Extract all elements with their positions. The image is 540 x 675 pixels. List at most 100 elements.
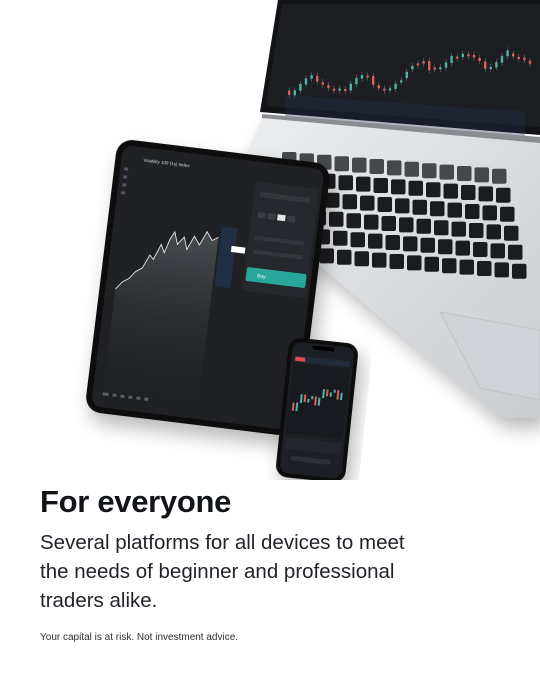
keyboard-key [373, 178, 388, 193]
keyboard-key [403, 236, 418, 252]
candle [439, 67, 442, 70]
keyboard-key [422, 163, 437, 179]
tablet-trade-panel: Buy [242, 181, 320, 299]
keyboard-key [352, 157, 367, 173]
keyboard-key [477, 261, 492, 276]
candle [428, 61, 431, 71]
candle [372, 76, 375, 85]
candle [478, 58, 481, 62]
keyboard-key [439, 164, 454, 180]
keyboard-key [408, 180, 423, 196]
keyboard-key [451, 221, 466, 237]
keyboard-key [385, 235, 400, 250]
candle [366, 75, 369, 78]
tablet-buy-label: Buy [257, 273, 267, 280]
candle [377, 85, 380, 89]
keyboard-key [424, 256, 439, 272]
candle [388, 88, 392, 91]
keyboard-key [438, 239, 453, 255]
keyboard-key [512, 263, 527, 279]
keyboard-key [334, 156, 349, 172]
candle [472, 54, 476, 58]
keyboard-key [508, 244, 523, 260]
keyboard-key [399, 217, 414, 233]
candle [299, 83, 302, 91]
subtitle: Several platforms for all devices to mee… [40, 531, 405, 612]
keyboard-key [457, 166, 472, 181]
candle [310, 75, 313, 79]
keyboard-key [360, 195, 375, 211]
keyboard-key [356, 176, 371, 192]
candle [288, 90, 291, 95]
candle [528, 60, 532, 64]
keyboard-key [490, 243, 505, 259]
phone [276, 338, 358, 480]
candle [405, 71, 408, 78]
keyboard-key [342, 194, 357, 210]
keyboard-key [364, 214, 379, 230]
candle [495, 62, 498, 68]
candle [307, 398, 310, 403]
keyboard-key [504, 225, 519, 241]
candle [394, 83, 397, 89]
candle [500, 55, 504, 63]
candle [321, 82, 324, 85]
keyboard-key [368, 233, 383, 249]
candle [349, 83, 352, 91]
keyboard-key [404, 161, 419, 177]
candle [422, 60, 425, 64]
keyboard-key [329, 211, 344, 227]
keyboard-key [337, 249, 352, 265]
keyboard-key [354, 251, 369, 267]
keyboard-key [473, 242, 488, 257]
candle [450, 56, 453, 63]
keyboard-key [459, 259, 474, 275]
keyboard-key [492, 168, 507, 184]
candle [433, 67, 436, 70]
risk-disclaimer: Your capital is at risk. Not investment … [40, 632, 239, 643]
keyboard-key [387, 160, 402, 176]
keyboard-key [412, 199, 427, 215]
keyboard-key [346, 213, 361, 229]
keyboard-key [482, 205, 497, 221]
keyboard-key [442, 258, 457, 274]
candle [355, 78, 358, 85]
candle [360, 75, 364, 79]
candle [400, 80, 403, 83]
keyboard-key [319, 248, 334, 264]
keyboard-key [426, 182, 441, 198]
keyboard-key [395, 198, 410, 214]
candle [311, 396, 314, 400]
keyboard-key [474, 167, 489, 183]
candle [489, 66, 492, 70]
keyboard-key [350, 232, 365, 248]
candle [344, 89, 347, 92]
keyboard-key [377, 197, 392, 212]
headline: For everyone [40, 484, 232, 519]
candle [327, 85, 330, 89]
keyboard-key [369, 159, 384, 174]
candle [456, 56, 459, 59]
candle [411, 65, 414, 70]
candle [304, 78, 308, 85]
candle [512, 53, 515, 57]
keyboard-key [455, 240, 470, 256]
candle [383, 88, 386, 91]
candle [523, 57, 526, 61]
keyboard-key [391, 179, 406, 195]
keyboard-key [416, 218, 431, 234]
keyboard-key [500, 206, 515, 222]
keyboard-key [486, 224, 501, 240]
keyboard-key [469, 223, 484, 238]
keyboard-key [338, 175, 353, 191]
keyboard-key [372, 252, 387, 268]
keyboard-key [478, 186, 493, 202]
keyboard-key [461, 185, 476, 200]
candle [332, 88, 336, 91]
keyboard-key [420, 237, 435, 253]
keyboard-key [381, 216, 396, 231]
candle [517, 56, 520, 59]
candle [293, 90, 296, 96]
keyboard-key [494, 262, 509, 278]
keyboard-key [496, 187, 511, 203]
